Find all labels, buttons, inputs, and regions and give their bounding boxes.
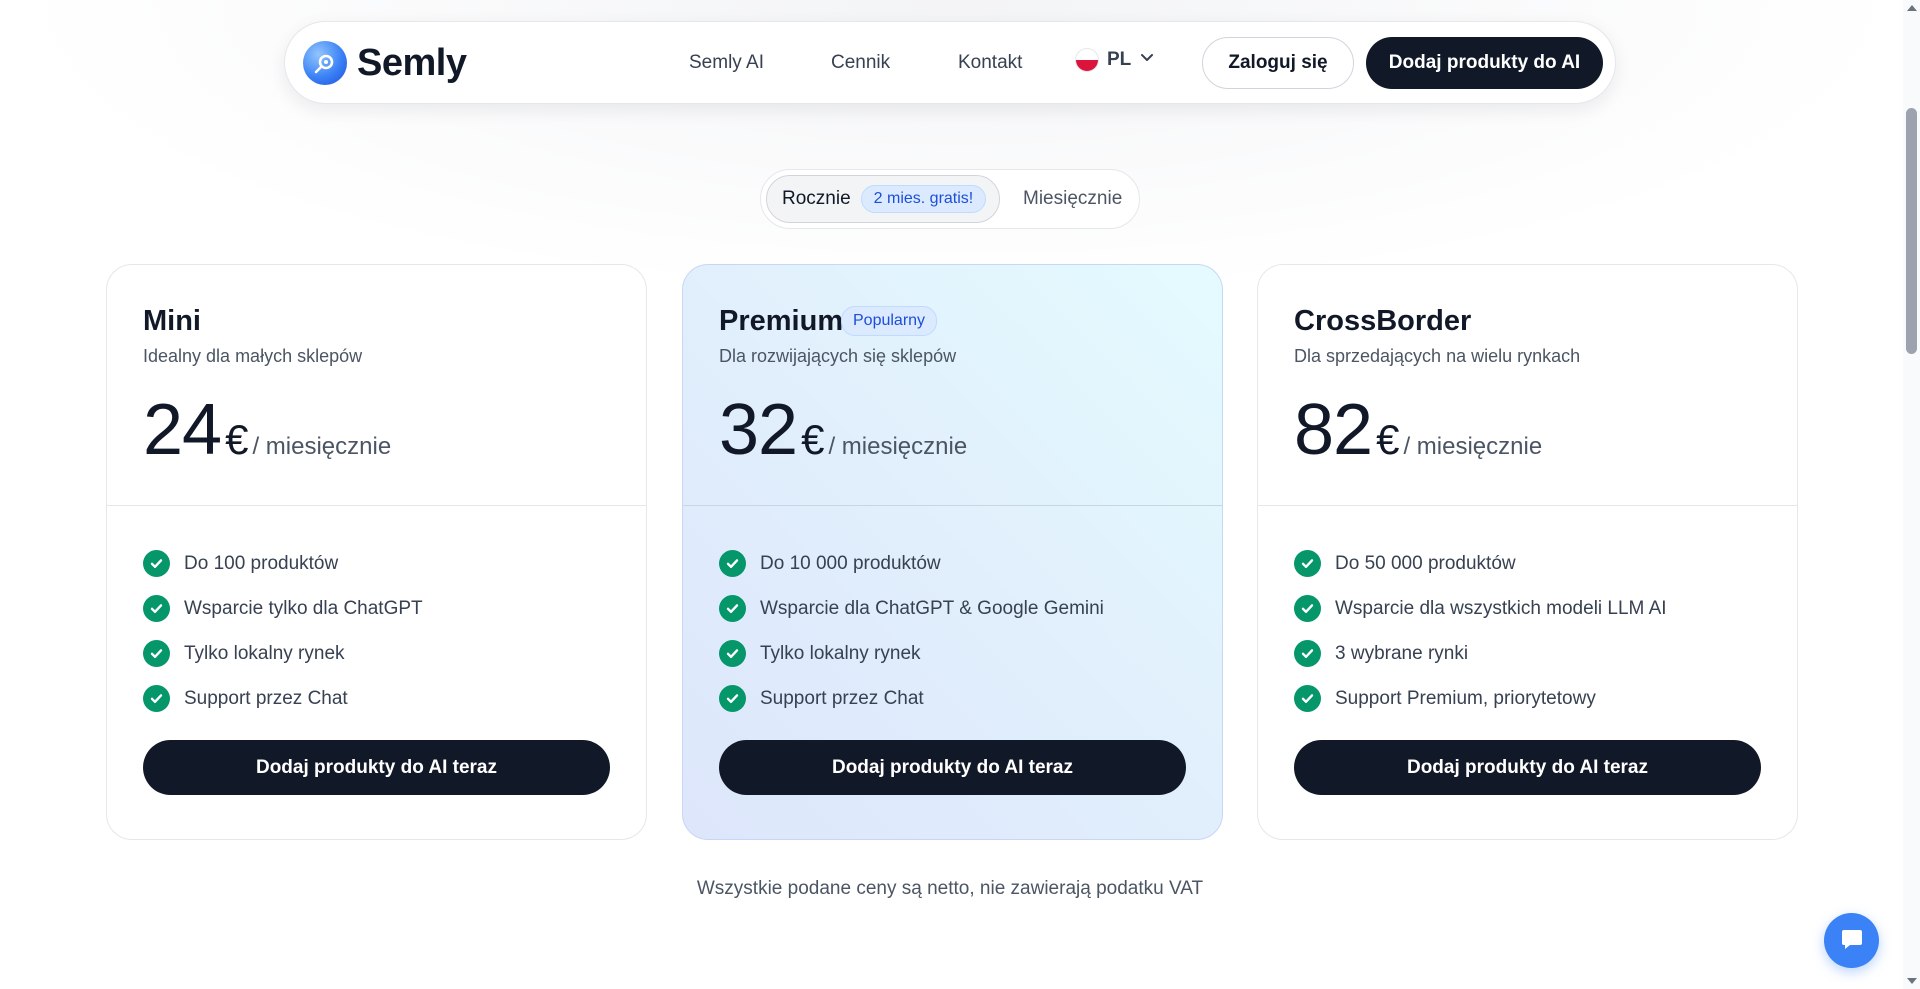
feature-text: Support Premium, priorytetowy: [1335, 687, 1596, 709]
price-currency: €: [1376, 416, 1400, 463]
plan-price: 82 € / miesięcznie: [1294, 389, 1542, 471]
chat-icon: [1839, 926, 1865, 955]
plan-description: Idealny dla małych sklepów: [143, 346, 363, 366]
feature-text: Do 100 produktów: [184, 552, 339, 574]
plan-header: Premium Popularny Dla rozwijających się …: [683, 265, 1222, 505]
plan-price: 32 € / miesięcznie: [719, 389, 967, 471]
price-amount: 24: [143, 390, 222, 470]
feature-item: Wsparcie dla wszystkich modeli LLM AI: [1294, 586, 1667, 631]
feature-text: Wsparcie tylko dla ChatGPT: [184, 597, 423, 619]
feature-text: Support przez Chat: [760, 687, 924, 709]
annual-label: Rocznie: [782, 188, 851, 209]
billing-monthly-option[interactable]: Miesięcznie: [1023, 188, 1122, 210]
vat-note: Wszystkie podane ceny są netto, nie zawi…: [696, 878, 1204, 899]
check-icon: [1294, 550, 1321, 577]
plan-description: Dla rozwijających się sklepów: [719, 346, 957, 366]
plan-card-premium: Premium Popularny Dla rozwijających się …: [682, 264, 1223, 840]
login-button[interactable]: Zaloguj się: [1202, 37, 1354, 89]
brand-name: Semly: [357, 41, 467, 84]
feature-list: Do 50 000 produktów Wsparcie dla wszystk…: [1294, 541, 1667, 721]
price-currency: €: [801, 416, 825, 463]
check-icon: [719, 640, 746, 667]
check-icon: [143, 550, 170, 577]
price-period: / miesięcznie: [252, 433, 392, 460]
price-period: / miesięcznie: [1403, 433, 1543, 460]
feature-text: Wsparcie dla wszystkich modeli LLM AI: [1335, 597, 1667, 619]
feature-item: Support przez Chat: [719, 676, 1104, 721]
price-amount: 82: [1294, 390, 1373, 470]
nav-link-semly-ai[interactable]: Semly AI: [689, 52, 764, 74]
divider: [683, 505, 1222, 506]
popular-badge: Popularny: [841, 306, 938, 336]
check-icon: [1294, 640, 1321, 667]
plan-card-mini: Mini Idealny dla małych sklepów 24 € / m…: [106, 264, 647, 840]
plan-name: Premium: [719, 305, 844, 337]
brand-logo-link[interactable]: Semly: [303, 41, 467, 85]
feature-list: Do 100 produktów Wsparcie tylko dla Chat…: [143, 541, 423, 721]
chevron-down-icon: [1139, 49, 1155, 71]
price-currency: €: [225, 416, 249, 463]
poland-flag-icon: [1075, 48, 1099, 72]
feature-item: Tylko lokalny rynek: [143, 631, 423, 676]
check-icon: [143, 595, 170, 622]
feature-text: 3 wybrane rynki: [1335, 642, 1469, 664]
scroll-up-arrow-icon[interactable]: [1907, 5, 1917, 11]
plan-header: Mini Idealny dla małych sklepów 24 € / m…: [107, 265, 646, 505]
language-code: PL: [1107, 49, 1132, 70]
feature-list: Do 10 000 produktów Wsparcie dla ChatGPT…: [719, 541, 1104, 721]
nav-link-pricing[interactable]: Cennik: [831, 52, 890, 74]
nav-link-contact[interactable]: Kontakt: [958, 52, 1022, 74]
feature-text: Tylko lokalny rynek: [760, 642, 921, 664]
feature-item: Wsparcie tylko dla ChatGPT: [143, 586, 423, 631]
feature-item: Do 100 produktów: [143, 541, 423, 586]
feature-item: Do 50 000 produktów: [1294, 541, 1667, 586]
divider: [1258, 505, 1797, 506]
scrollbar-thumb[interactable]: [1906, 108, 1917, 354]
feature-item: Support przez Chat: [143, 676, 423, 721]
plan-name: CrossBorder: [1294, 305, 1472, 337]
language-selector[interactable]: PL: [1075, 48, 1155, 72]
plan-name: Mini: [143, 305, 201, 337]
feature-item: Wsparcie dla ChatGPT & Google Gemini: [719, 586, 1104, 631]
plan-description: Dla sprzedających na wielu rynkach: [1294, 346, 1581, 366]
feature-item: Do 10 000 produktów: [719, 541, 1104, 586]
feature-text: Wsparcie dla ChatGPT & Google Gemini: [760, 597, 1104, 619]
plan-cta-button[interactable]: Dodaj produkty do AI teraz: [143, 740, 610, 795]
billing-period-toggle: Rocznie 2 mies. gratis! Miesięcznie: [760, 169, 1140, 229]
feature-text: Tylko lokalny rynek: [184, 642, 345, 664]
plan-header: CrossBorder Dla sprzedających na wielu r…: [1258, 265, 1797, 505]
feature-item: Tylko lokalny rynek: [719, 631, 1104, 676]
page-scrollbar[interactable]: [1903, 0, 1920, 989]
check-icon: [1294, 685, 1321, 712]
plan-cta-button[interactable]: Dodaj produkty do AI teraz: [719, 740, 1186, 795]
feature-item: 3 wybrane rynki: [1294, 631, 1667, 676]
feature-text: Support przez Chat: [184, 687, 348, 709]
check-icon: [719, 550, 746, 577]
add-products-button[interactable]: Dodaj produkty do AI: [1366, 37, 1603, 89]
feature-text: Do 10 000 produktów: [760, 552, 941, 574]
price-period: / miesięcznie: [828, 433, 968, 460]
semly-logo-icon: [303, 41, 347, 85]
top-navbar: Semly Semly AI Cennik Kontakt PL Zaloguj…: [284, 21, 1616, 104]
feature-item: Support Premium, priorytetowy: [1294, 676, 1667, 721]
scroll-down-arrow-icon[interactable]: [1907, 978, 1917, 984]
price-amount: 32: [719, 390, 798, 470]
check-icon: [719, 595, 746, 622]
check-icon: [1294, 595, 1321, 622]
plan-card-crossborder: CrossBorder Dla sprzedających na wielu r…: [1257, 264, 1798, 840]
plan-price: 24 € / miesięcznie: [143, 389, 391, 471]
plan-cta-button[interactable]: Dodaj produkty do AI teraz: [1294, 740, 1761, 795]
divider: [107, 505, 646, 506]
chat-button[interactable]: [1824, 913, 1879, 968]
check-icon: [143, 640, 170, 667]
feature-text: Do 50 000 produktów: [1335, 552, 1516, 574]
free-months-badge: 2 mies. gratis!: [860, 185, 987, 213]
check-icon: [719, 685, 746, 712]
billing-annual-option[interactable]: Rocznie 2 mies. gratis!: [766, 175, 1000, 223]
check-icon: [143, 685, 170, 712]
